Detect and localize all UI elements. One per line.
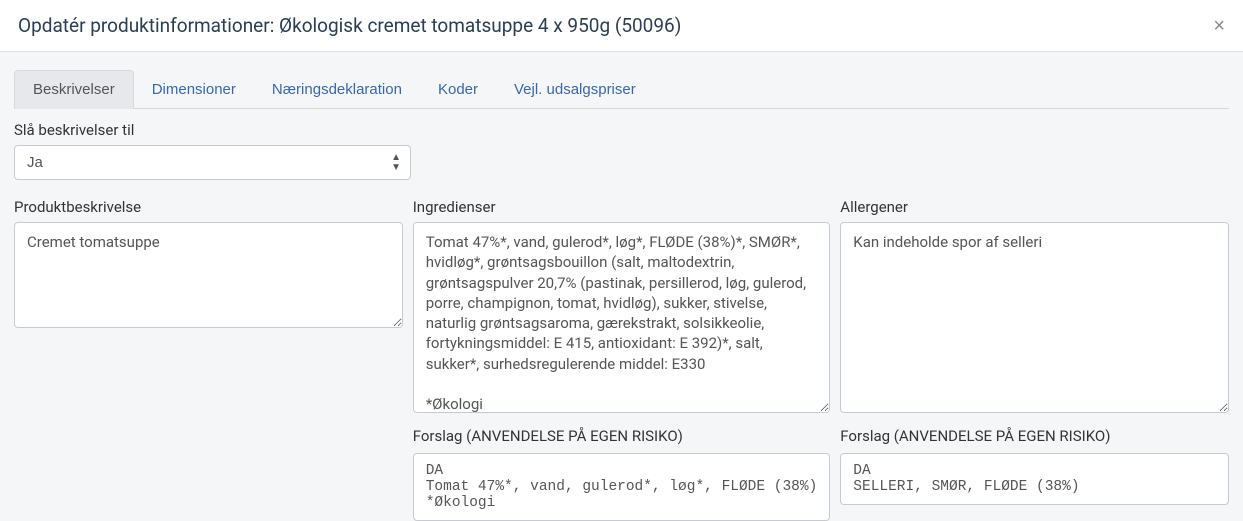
- tab-koder[interactable]: Koder: [420, 70, 496, 108]
- toggle-select[interactable]: Ja: [14, 145, 411, 180]
- columns: Produktbeskrivelse Ingredienser Forslag …: [14, 198, 1229, 521]
- toggle-label: Slå beskrivelser til: [14, 121, 1229, 139]
- modal-header: Opdatér produktinformationer: Økologisk …: [0, 0, 1243, 52]
- toggle-select-wrap: Ja ▲▼: [14, 145, 411, 180]
- tab-bar: Beskrivelser Dimensioner Næringsdeklarat…: [14, 70, 1229, 109]
- ingredients-suggestion-box: DA Tomat 47%*, vand, gulerod*, løg*, FLØ…: [413, 453, 831, 521]
- ing-sugg-line3: *Økologi: [426, 495, 496, 511]
- form-area: Slå beskrivelser til Ja ▲▼ Produktbeskri…: [14, 109, 1229, 521]
- all-sugg-line1: DA: [853, 463, 870, 479]
- tab-vejl-udsalgspriser[interactable]: Vejl. udsalgspriser: [496, 70, 654, 108]
- allergens-suggestion-label: Forslag (ANVENDELSE PÅ EGEN RISIKO): [840, 427, 1229, 445]
- all-sugg-line2: SELLERI, SMØR, FLØDE (38%): [853, 479, 1079, 495]
- col-description: Produktbeskrivelse: [14, 198, 403, 521]
- description-textarea[interactable]: [14, 222, 403, 328]
- content-area: Beskrivelser Dimensioner Næringsdeklarat…: [0, 52, 1243, 521]
- tab-naeringsdeklaration[interactable]: Næringsdeklaration: [254, 70, 420, 108]
- col-ingredients: Ingredienser Forslag (ANVENDELSE PÅ EGEN…: [413, 198, 831, 521]
- col-allergens: Allergener Forslag (ANVENDELSE PÅ EGEN R…: [840, 198, 1229, 521]
- allergens-label: Allergener: [840, 198, 1229, 216]
- ing-sugg-line2: Tomat 47%*, vand, gulerod*, løg*, FLØDE …: [426, 479, 818, 495]
- ingredients-label: Ingredienser: [413, 198, 831, 216]
- tab-dimensioner[interactable]: Dimensioner: [134, 70, 254, 108]
- allergens-suggestion-box: DA SELLERI, SMØR, FLØDE (38%): [840, 453, 1229, 505]
- ingredients-textarea[interactable]: [413, 222, 831, 413]
- close-button[interactable]: ×: [1213, 16, 1225, 36]
- modal-title: Opdatér produktinformationer: Økologisk …: [18, 14, 681, 37]
- ingredients-suggestion-label: Forslag (ANVENDELSE PÅ EGEN RISIKO): [413, 427, 831, 445]
- ing-sugg-line1: DA: [426, 463, 443, 479]
- tab-beskrivelser[interactable]: Beskrivelser: [14, 70, 134, 109]
- description-label: Produktbeskrivelse: [14, 198, 403, 216]
- allergens-textarea[interactable]: [840, 222, 1229, 413]
